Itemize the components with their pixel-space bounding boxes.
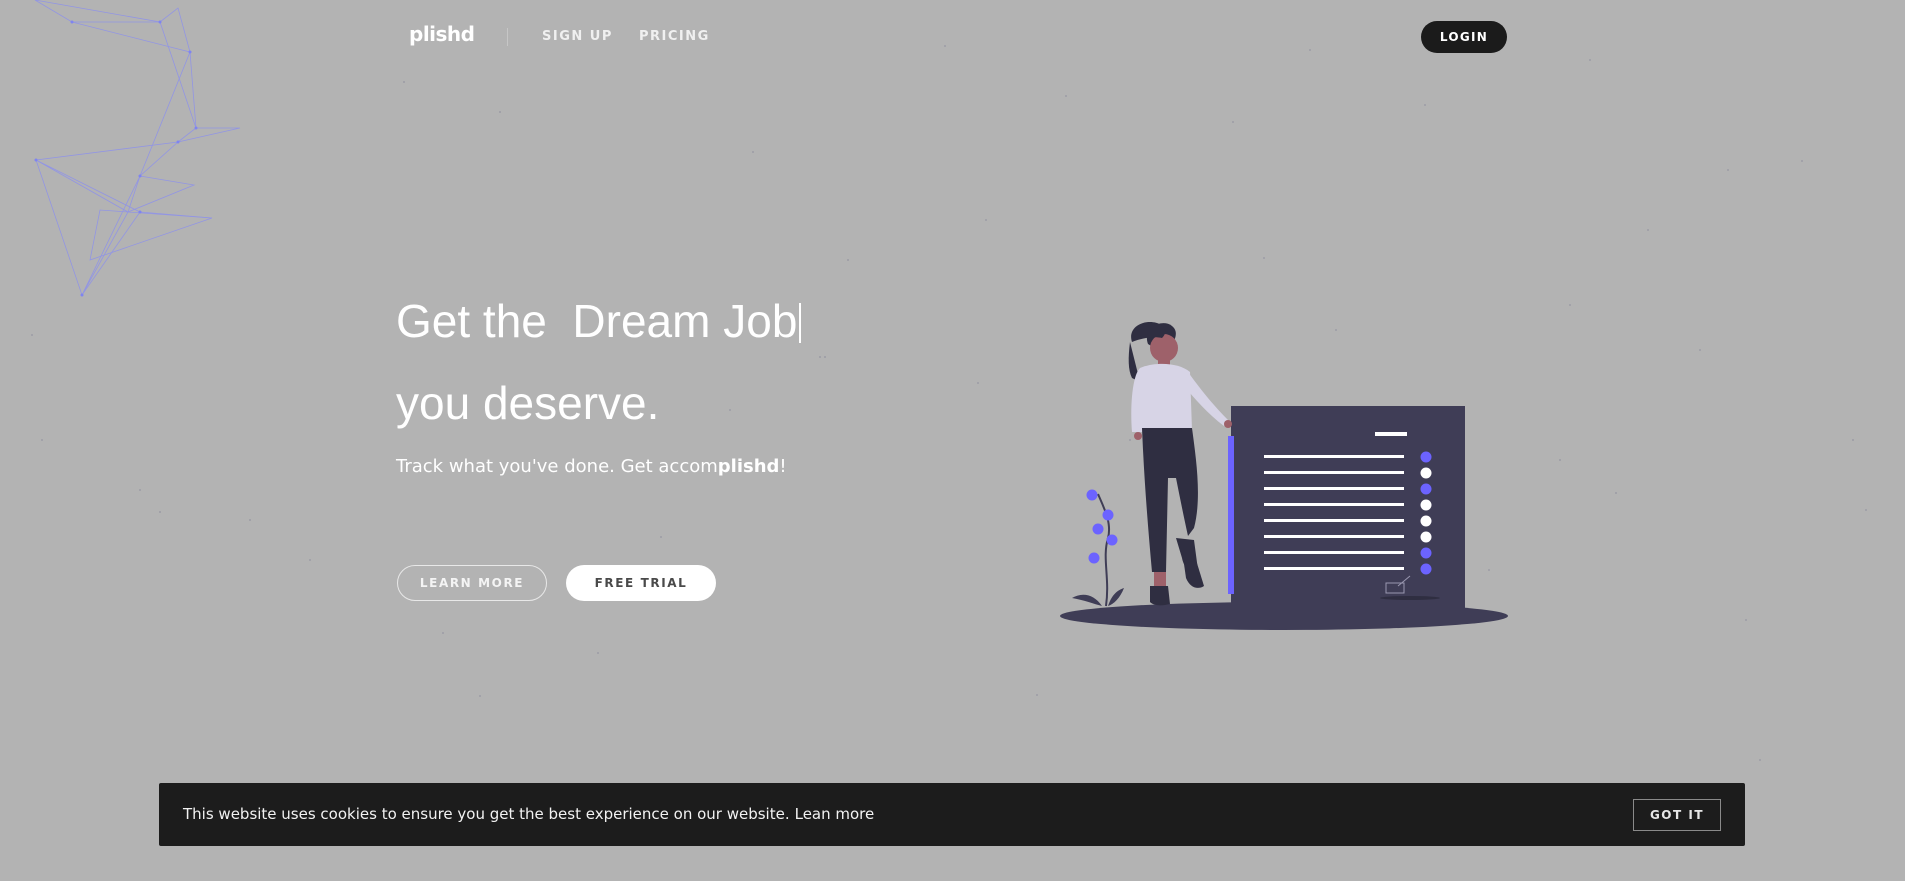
hero-subtitle-brand: plishd	[717, 456, 780, 477]
hero-subtitle-end: !	[779, 456, 787, 477]
hero-subtitle: Track what you've done. Get accomplishd!	[396, 456, 787, 477]
brand-logo[interactable]: plishd	[409, 22, 475, 46]
hero-subtitle-text: Track what you've done. Get accom	[396, 456, 718, 477]
cookie-learn-more-link[interactable]: Lean more	[795, 805, 875, 823]
cookie-consent-bar: This website uses cookies to ensure you …	[159, 783, 1745, 846]
nav-link-sign-up[interactable]: SIGN UP	[542, 29, 613, 44]
cookie-message-text: This website uses cookies to ensure you …	[183, 805, 790, 823]
typing-caret	[799, 303, 802, 343]
nav-link-pricing[interactable]: PRICING	[639, 29, 710, 44]
particle-dots-decoration	[31, 45, 1867, 761]
got-it-button[interactable]: GOT IT	[1633, 799, 1721, 831]
free-trial-button[interactable]: FREE TRIAL	[566, 565, 716, 601]
hero-title: Get the Dream Job you deserve.	[396, 280, 802, 444]
login-button[interactable]: LOGIN	[1421, 21, 1507, 53]
cookie-message: This website uses cookies to ensure you …	[183, 805, 874, 823]
hero-title-line2: you deserve.	[396, 377, 660, 429]
hero-title-line1: Get the Dream Job	[396, 295, 798, 347]
nav-divider	[507, 28, 508, 46]
learn-more-button[interactable]: LEARN MORE	[397, 565, 547, 601]
top-navigation: plishd SIGN UP PRICING LOGIN	[0, 20, 1905, 56]
person-with-document-illustration	[1060, 322, 1508, 630]
